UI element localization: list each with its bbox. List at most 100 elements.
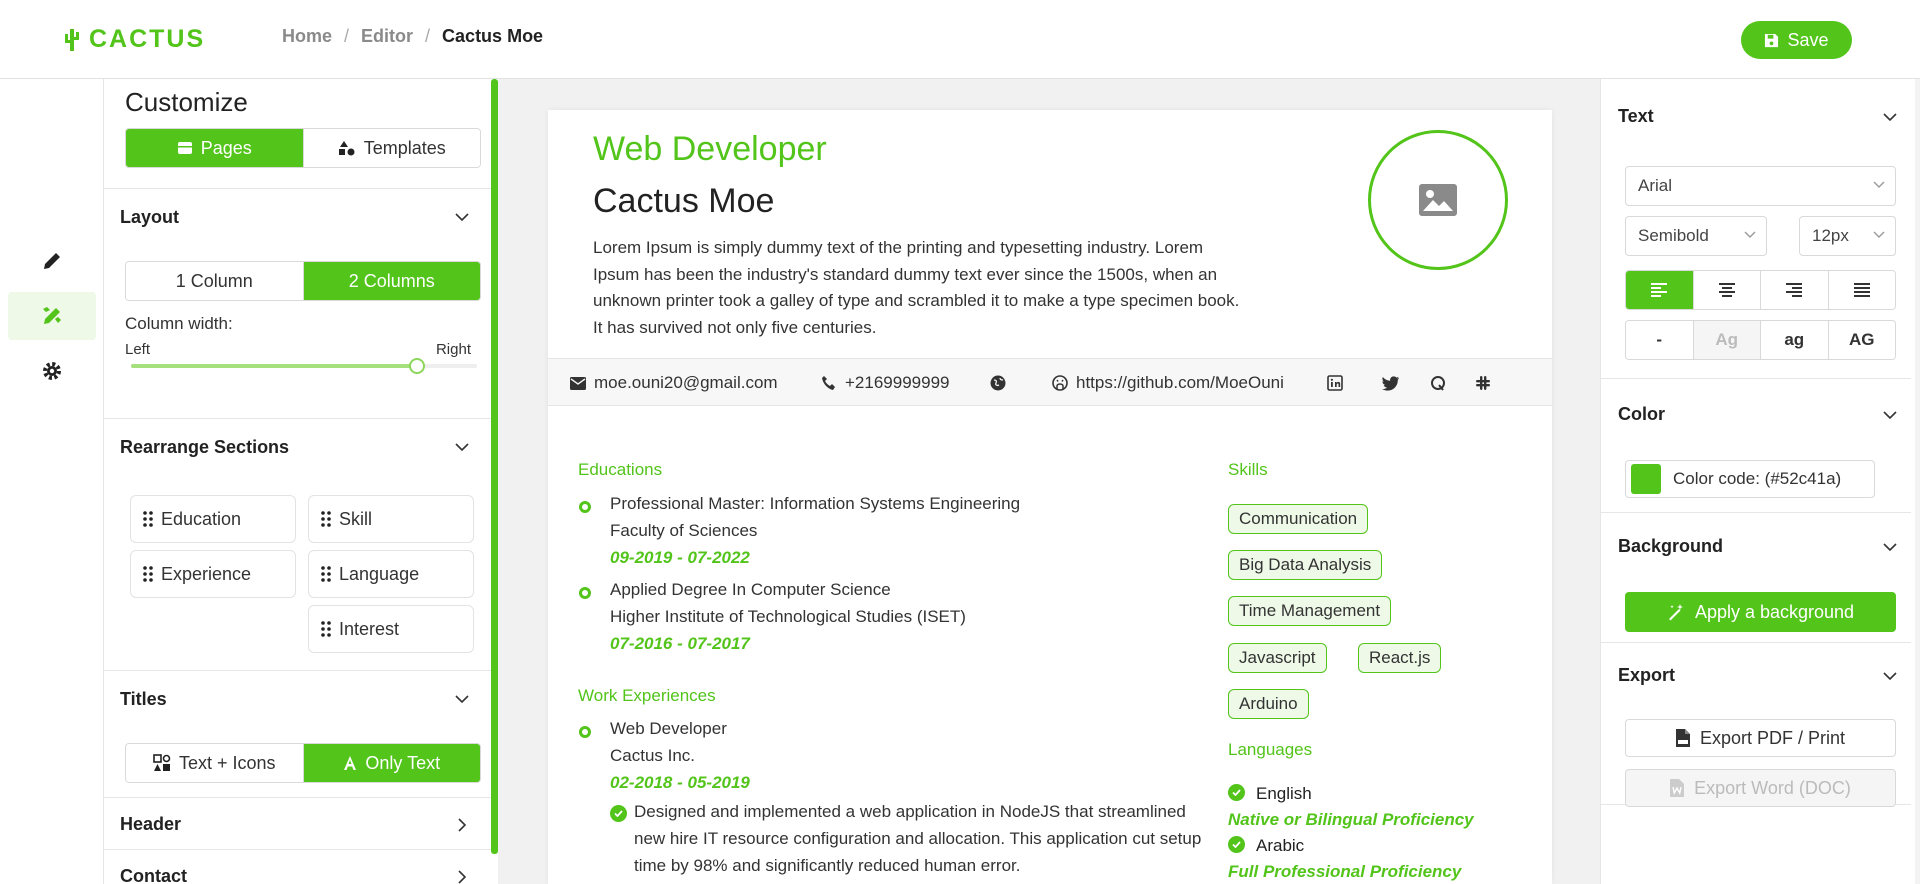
align-center-button[interactable] <box>1692 271 1760 309</box>
contact-linkedin[interactable] <box>1327 359 1343 407</box>
font-family-select[interactable]: Arial <box>1625 166 1896 206</box>
chevron-right-icon[interactable] <box>458 818 467 832</box>
skill-tag[interactable]: Javascript <box>1228 643 1327 673</box>
slider-left-label: Left <box>125 341 151 358</box>
background-title[interactable]: Background <box>1618 536 1723 557</box>
section-chip-experience[interactable]: Experience <box>130 550 296 598</box>
section-chip-skill[interactable]: Skill <box>308 495 474 543</box>
skill-tag[interactable]: React.js <box>1358 643 1442 673</box>
tool-rail <box>0 79 104 884</box>
twitter-icon <box>1382 375 1399 391</box>
resume-name[interactable]: Cactus Moe <box>593 182 774 221</box>
two-columns-option[interactable]: 2 Columns <box>302 262 480 300</box>
language-name[interactable]: Arabic <box>1256 836 1304 856</box>
export-word-label: Export Word (DOC) <box>1694 777 1851 798</box>
section-chip-language[interactable]: Language <box>308 550 474 598</box>
case-upper-button[interactable]: AG <box>1827 321 1895 359</box>
section-chip-education[interactable]: Education <box>130 495 296 543</box>
color-title[interactable]: Color <box>1618 404 1665 425</box>
contact-github[interactable]: https://github.com/MoeOuni <box>1052 359 1284 407</box>
rail-edit[interactable] <box>8 237 96 285</box>
contact-slack[interactable] <box>1475 359 1491 407</box>
github-icon <box>1052 375 1068 391</box>
only-text-option[interactable]: Only Text <box>302 744 480 782</box>
rail-settings[interactable] <box>8 347 96 395</box>
apply-background-button[interactable]: Apply a background <box>1625 592 1896 632</box>
contact-website[interactable] <box>990 359 1006 407</box>
tab-pages[interactable]: Pages <box>126 129 303 167</box>
languages-heading[interactable]: Languages <box>1228 740 1312 760</box>
work-bullet[interactable]: Designed and implemented a web applicati… <box>634 798 1214 879</box>
chip-label: Skill <box>339 508 373 529</box>
column-width-slider[interactable] <box>131 358 477 374</box>
skill-tag[interactable]: Time Management <box>1228 596 1392 626</box>
resume-page: Web Developer Cactus Moe Lorem Ipsum is … <box>548 110 1552 884</box>
chevron-down-icon[interactable] <box>455 213 469 222</box>
chevron-down-icon[interactable] <box>455 695 469 704</box>
contact-title[interactable]: Contact <box>120 866 187 884</box>
properties-panel: Text Arial Semibold 12px - Ag ag AG Colo… <box>1600 79 1920 884</box>
contact-twitter[interactable] <box>1382 359 1400 407</box>
app-logo[interactable]: CACTUS <box>63 25 205 54</box>
skill-tag[interactable]: Arduino <box>1228 689 1309 719</box>
education-item[interactable]: Professional Master: Information Systems… <box>610 490 1020 571</box>
chevron-down-icon[interactable] <box>1883 672 1897 681</box>
properties-scrollbar[interactable] <box>1915 79 1920 884</box>
tab-templates[interactable]: Templates <box>302 129 480 167</box>
align-right-icon <box>1786 283 1803 297</box>
text-icons-option[interactable]: Text + Icons <box>126 744 303 782</box>
one-column-option[interactable]: 1 Column <box>126 262 303 300</box>
customize-panel: Customize Pages Templates Layout 1 Colum… <box>104 79 498 884</box>
chevron-down-icon[interactable] <box>1883 543 1897 552</box>
header-title[interactable]: Header <box>120 814 181 835</box>
slider-handle[interactable] <box>409 358 425 374</box>
work-heading[interactable]: Work Experiences <box>578 686 716 706</box>
panel-scrollbar[interactable] <box>491 79 498 854</box>
chevron-down-icon[interactable] <box>1883 113 1897 122</box>
rearrange-title[interactable]: Rearrange Sections <box>120 437 289 458</box>
educations-heading[interactable]: Educations <box>578 460 662 480</box>
drag-handle-icon <box>321 511 331 527</box>
contact-phone[interactable]: +2169999999 <box>821 359 949 407</box>
align-left-button[interactable] <box>1626 271 1693 309</box>
work-item[interactable]: Web Developer Cactus Inc. 02-2018 - 05-2… <box>610 715 750 796</box>
case-none-button[interactable]: - <box>1626 321 1693 359</box>
skills-heading[interactable]: Skills <box>1228 460 1268 480</box>
case-lower-button[interactable]: ag <box>1760 321 1828 359</box>
breadcrumb-editor[interactable]: Editor <box>361 26 413 47</box>
contact-email[interactable]: moe.ouni20@gmail.com <box>570 359 778 407</box>
save-button[interactable]: Save <box>1741 21 1852 59</box>
editor-canvas: Web Developer Cactus Moe Lorem Ipsum is … <box>498 79 1600 884</box>
chevron-down-icon[interactable] <box>455 443 469 452</box>
language-name[interactable]: English <box>1256 784 1312 804</box>
titles-title[interactable]: Titles <box>120 689 167 710</box>
chevron-down-icon[interactable] <box>1883 411 1897 420</box>
chevron-right-icon[interactable] <box>458 870 467 884</box>
skill-tag[interactable]: Communication <box>1228 504 1369 534</box>
language-level: Full Professional Proficiency <box>1228 862 1462 881</box>
education-item[interactable]: Applied Degree In Computer Science Highe… <box>610 576 966 657</box>
case-capitalize-button[interactable]: Ag <box>1692 321 1760 359</box>
rail-customize[interactable] <box>8 292 96 340</box>
contact-quora[interactable] <box>1430 359 1446 407</box>
breadcrumb-home[interactable]: Home <box>282 26 332 47</box>
export-word-button[interactable]: Export Word (DOC) <box>1625 769 1896 807</box>
font-weight-select[interactable]: Semibold <box>1625 216 1767 256</box>
breadcrumb-separator: / <box>344 26 350 46</box>
text-title[interactable]: Text <box>1618 106 1654 127</box>
resume-job-title[interactable]: Web Developer <box>593 130 827 169</box>
font-family-value: Arial <box>1638 176 1673 195</box>
layout-title[interactable]: Layout <box>120 207 179 228</box>
export-pdf-button[interactable]: Export PDF / Print <box>1625 719 1896 757</box>
export-title[interactable]: Export <box>1618 665 1675 686</box>
align-justify-button[interactable] <box>1827 271 1895 309</box>
font-size-select[interactable]: 12px <box>1799 216 1896 256</box>
color-picker[interactable]: Color code: (#52c41a) <box>1625 460 1875 498</box>
resume-about[interactable]: Lorem Ipsum is simply dummy text of the … <box>593 235 1253 341</box>
profile-photo-placeholder[interactable] <box>1368 130 1508 270</box>
align-right-button[interactable] <box>1760 271 1828 309</box>
skill-tag[interactable]: Big Data Analysis <box>1228 550 1383 580</box>
chip-label: Interest <box>339 618 400 639</box>
color-swatch[interactable] <box>1631 464 1661 494</box>
section-chip-interest[interactable]: Interest <box>308 605 474 653</box>
